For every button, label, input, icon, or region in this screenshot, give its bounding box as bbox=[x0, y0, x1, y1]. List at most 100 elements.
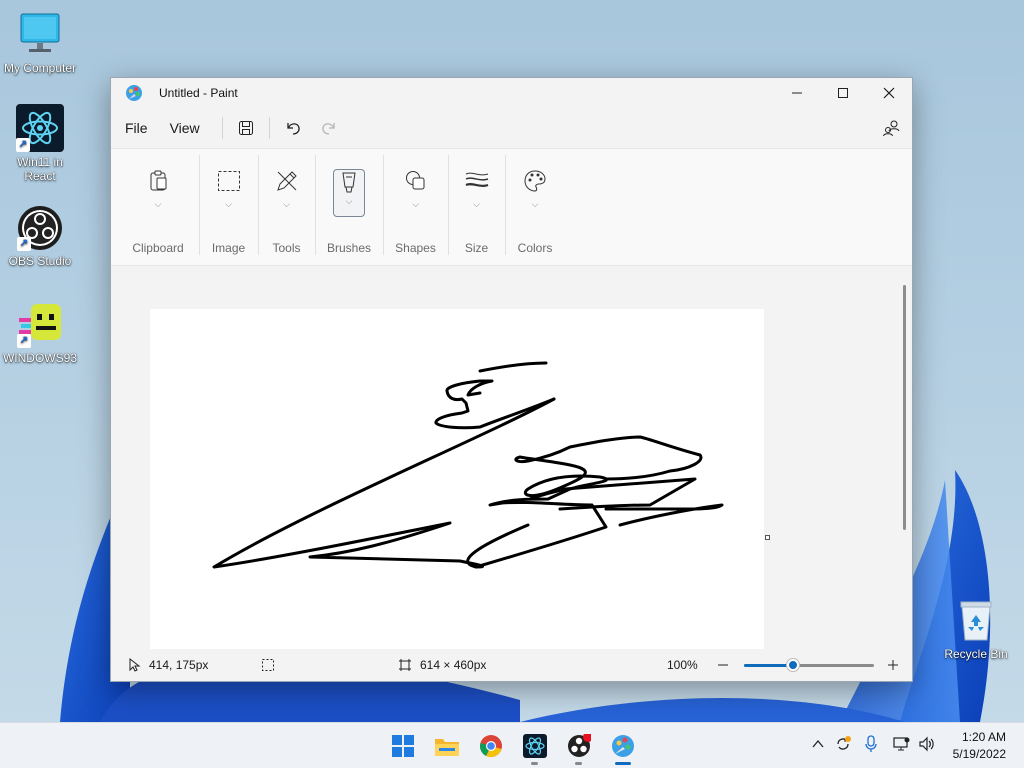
brushes-button[interactable]: ⌵ bbox=[333, 169, 365, 217]
ribbon-label-clipboard: Clipboard bbox=[132, 241, 184, 255]
running-indicator bbox=[531, 762, 538, 765]
microphone-icon[interactable] bbox=[864, 734, 878, 758]
clock-date: 5/19/2022 bbox=[952, 747, 1006, 761]
desktop-icon-win11-react[interactable]: ↗ Win11 in React bbox=[0, 104, 80, 183]
size-icon bbox=[465, 172, 488, 187]
recycle-bin-icon bbox=[953, 598, 999, 644]
shortcut-arrow-icon: ↗ bbox=[17, 237, 31, 251]
canvas-size-icon bbox=[399, 659, 411, 671]
zoom-level: 100% bbox=[667, 658, 698, 672]
desktop-icon-my-computer[interactable]: My Computer bbox=[0, 12, 80, 75]
desktop-icon-obs[interactable]: ↗ OBS Studio bbox=[0, 205, 80, 268]
canvas-workspace bbox=[111, 267, 912, 649]
monitor-icon bbox=[17, 12, 63, 58]
plus-icon bbox=[888, 660, 898, 670]
close-button[interactable] bbox=[866, 78, 912, 108]
paint-window[interactable]: Untitled - Paint File View ⌵ Clipboard ⌵… bbox=[110, 77, 913, 682]
obs-icon: ↗ bbox=[17, 205, 63, 251]
file-explorer-icon bbox=[435, 739, 459, 756]
obs-icon bbox=[568, 734, 591, 757]
paint-app-icon bbox=[125, 84, 143, 102]
ribbon-label-size: Size bbox=[464, 241, 489, 255]
clock-time: 1:20 AM bbox=[961, 730, 1006, 744]
desktop-icon-recycle-bin[interactable]: Recycle Bin bbox=[936, 598, 1016, 661]
settings-people-icon[interactable] bbox=[880, 117, 902, 139]
minimize-button[interactable] bbox=[774, 78, 820, 108]
sync-icon[interactable] bbox=[834, 735, 852, 758]
canvas-size-text: 614 × 460px bbox=[420, 658, 487, 672]
taskbar-obs[interactable] bbox=[566, 733, 592, 765]
shapes-button[interactable]: ⌵ bbox=[400, 169, 432, 217]
zoom-slider[interactable] bbox=[744, 659, 874, 671]
windows93-icon: ↗ bbox=[17, 302, 63, 348]
taskbar-clock[interactable]: 1:20 AM 5/19/2022 bbox=[953, 729, 1006, 763]
save-icon[interactable] bbox=[235, 117, 257, 139]
desktop-icon-label: WINDOWS93 bbox=[2, 351, 77, 365]
taskbar-paint[interactable] bbox=[610, 733, 636, 765]
shortcut-arrow-icon: ↗ bbox=[17, 334, 31, 348]
chevron-down-icon: ⌵ bbox=[531, 199, 539, 209]
status-bar: 414, 175px 614 × 460px 100% bbox=[111, 649, 912, 681]
running-indicator bbox=[575, 762, 582, 765]
ribbon-label-colors: Colors bbox=[517, 241, 553, 255]
zoom-slider-thumb[interactable] bbox=[787, 659, 800, 671]
taskbar: 1:20 AM 5/19/2022 bbox=[0, 722, 1024, 768]
desktop-icon-label: Win11 in React bbox=[17, 155, 63, 183]
show-hidden-icons-button[interactable] bbox=[812, 737, 824, 755]
chevron-down-icon: ⌵ bbox=[345, 196, 353, 206]
menu-bar: File View bbox=[111, 108, 912, 148]
shapes-icon bbox=[405, 171, 424, 190]
brush-icon bbox=[342, 172, 356, 193]
ribbon-label-tools: Tools bbox=[272, 241, 301, 255]
taskbar-chrome[interactable] bbox=[478, 733, 504, 759]
maximize-icon bbox=[838, 88, 848, 98]
maximize-button[interactable] bbox=[820, 78, 866, 108]
clipboard-button[interactable]: ⌵ bbox=[142, 169, 174, 217]
size-button[interactable]: ⌵ bbox=[461, 169, 493, 217]
ribbon-label-brushes: Brushes bbox=[326, 241, 372, 255]
freehand-drawing bbox=[212, 361, 724, 569]
start-icon bbox=[392, 735, 414, 757]
menu-separator bbox=[268, 117, 270, 139]
chevron-down-icon: ⌵ bbox=[412, 199, 419, 209]
chevron-down-icon: ⌵ bbox=[154, 199, 162, 209]
chrome-icon bbox=[480, 735, 502, 758]
zoom-in-button[interactable] bbox=[887, 659, 899, 671]
redo-icon[interactable] bbox=[318, 117, 340, 139]
drawing-canvas[interactable] bbox=[150, 309, 764, 649]
palette-icon bbox=[524, 170, 546, 192]
react-icon bbox=[523, 734, 547, 758]
title-bar[interactable]: Untitled - Paint bbox=[111, 78, 912, 108]
chevron-down-icon: ⌵ bbox=[225, 199, 232, 209]
ribbon-group-image: ⌵ Image bbox=[199, 149, 258, 265]
image-select-button[interactable]: ⌵ bbox=[213, 169, 245, 217]
ribbon-group-brushes: ⌵ Brushes bbox=[315, 149, 383, 265]
taskbar-win11-react[interactable] bbox=[522, 733, 548, 765]
clipboard-icon bbox=[150, 170, 167, 191]
zoom-slider-fill bbox=[744, 664, 794, 667]
desktop-icon-label: My Computer bbox=[3, 61, 77, 75]
colors-button[interactable]: ⌵ bbox=[519, 169, 551, 217]
vertical-scrollbar[interactable] bbox=[903, 285, 906, 530]
undo-icon[interactable] bbox=[282, 117, 304, 139]
canvas-size-display: 614 × 460px bbox=[398, 658, 486, 672]
start-button[interactable] bbox=[390, 733, 416, 759]
cursor-position-display: 414, 175px bbox=[127, 658, 208, 672]
tools-button[interactable]: ⌵ bbox=[271, 169, 303, 217]
canvas-resize-handle[interactable] bbox=[765, 535, 770, 540]
ribbon-label-shapes: Shapes bbox=[395, 241, 436, 255]
menu-file[interactable]: File bbox=[125, 120, 148, 136]
desktop-icon-windows93[interactable]: ↗ WINDOWS93 bbox=[0, 302, 80, 365]
menu-view[interactable]: View bbox=[170, 120, 200, 136]
minimize-icon bbox=[792, 92, 802, 94]
close-icon bbox=[883, 87, 895, 99]
desktop-icon-label: Recycle Bin bbox=[944, 647, 1008, 661]
volume-icon[interactable] bbox=[918, 736, 936, 757]
taskbar-file-explorer[interactable] bbox=[434, 733, 460, 759]
network-icon[interactable] bbox=[892, 736, 910, 757]
chevron-up-icon bbox=[812, 739, 824, 748]
chevron-down-icon: ⌵ bbox=[473, 199, 480, 209]
zoom-out-button[interactable] bbox=[717, 659, 729, 671]
ribbon-group-tools: ⌵ Tools bbox=[258, 149, 315, 265]
chevron-down-icon: ⌵ bbox=[283, 199, 290, 209]
